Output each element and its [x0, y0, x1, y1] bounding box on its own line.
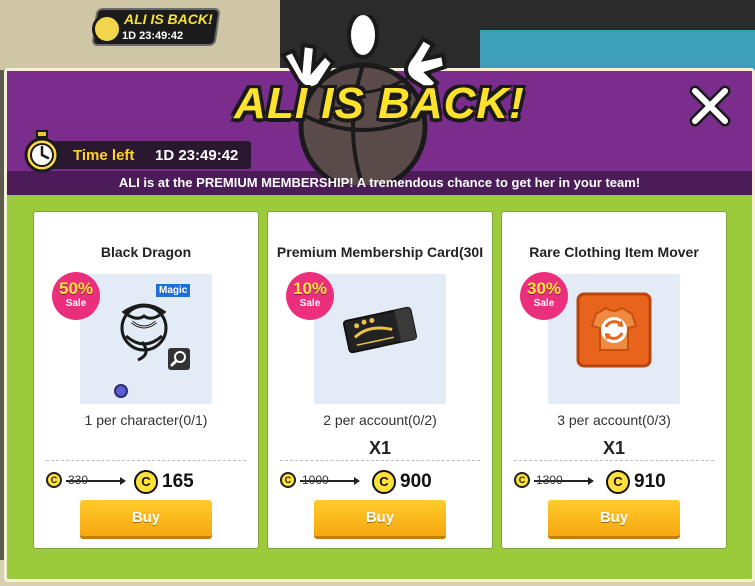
coin-icon: C — [606, 470, 630, 494]
time-left-panel: Time left 1D 23:49:42 — [21, 127, 251, 173]
magnifier-icon[interactable] — [168, 348, 190, 370]
item-name: Black Dragon — [100, 244, 192, 260]
background-banner — [480, 30, 755, 70]
background-badge-time: 1D 23:49:42 — [122, 30, 184, 42]
time-left-label: Time left — [73, 147, 135, 164]
sale-badge: 50% Sale — [52, 272, 100, 320]
shop-card-black-dragon: Black Dragon Magic 50% Sale 1 per charac… — [33, 211, 259, 549]
original-price-value: 1000 — [302, 473, 329, 487]
shop-card-clothing-mover: Rare Clothing Item Mover X1 30% Sale 3 p… — [501, 211, 727, 549]
sale-label: Sale — [533, 298, 555, 309]
sale-label: Sale — [299, 298, 321, 309]
sale-label: Sale — [65, 298, 87, 309]
buy-button[interactable]: Buy — [80, 500, 212, 536]
shop-card-premium-membership: Premium Membership Card(30I X1 10% Sale … — [267, 211, 493, 549]
background-badge-title: ALI IS BACK! — [124, 11, 213, 27]
item-name: Rare Clothing Item Mover — [529, 244, 699, 260]
close-button[interactable] — [687, 83, 733, 129]
popup-title: ALI IS BACK! — [234, 79, 525, 128]
sale-percent: 30% — [526, 279, 562, 298]
popup-header: ALI IS BACK! Time left 1D 23:49:42 ALI i… — [7, 15, 752, 195]
sale-price-value: 910 — [634, 471, 666, 492]
stopwatch-icon — [92, 14, 122, 44]
premium-ticket-icon — [342, 306, 418, 354]
event-popup: ALI IS BACK! Time left 1D 23:49:42 ALI i… — [4, 15, 755, 582]
coin-icon: C — [280, 472, 296, 488]
clothing-swap-icon — [576, 292, 652, 368]
event-description: ALI is at the PREMIUM MEMBERSHIP! A trem… — [118, 175, 641, 190]
buy-button[interactable]: Buy — [548, 500, 680, 536]
original-price: C 330 — [46, 470, 130, 490]
sale-price-value: 165 — [162, 471, 194, 492]
original-price-value: 330 — [68, 473, 89, 487]
socket-gem-icon — [114, 384, 128, 398]
item-quantity: X1 — [602, 438, 626, 458]
purchase-limit: 1 per character(0/1) — [84, 412, 208, 428]
buy-button[interactable]: Buy — [314, 500, 446, 536]
sale-badge: 30% Sale — [520, 272, 568, 320]
stopwatch-icon — [24, 130, 60, 173]
sale-percent: 10% — [292, 279, 328, 298]
original-price: C 1300 — [514, 470, 598, 490]
original-price: C 1000 — [280, 470, 364, 490]
coin-icon: C — [372, 470, 396, 494]
purchase-limit: 2 per account(0/2) — [323, 412, 437, 428]
price-divider — [514, 460, 714, 461]
purchase-limit: 3 per account(0/3) — [557, 412, 671, 428]
original-price-value: 1300 — [536, 473, 563, 487]
coin-icon: C — [46, 472, 62, 488]
time-left-value: 1D 23:49:42 — [155, 147, 239, 164]
price-divider — [280, 460, 480, 461]
sale-price-value: 900 — [400, 471, 432, 492]
magic-tag: Magic — [156, 284, 191, 297]
item-name: Premium Membership Card(30I — [276, 244, 484, 260]
coin-icon: C — [514, 472, 530, 488]
dragon-emblem-icon — [120, 303, 168, 362]
coin-icon: C — [134, 470, 158, 494]
price-divider — [46, 460, 246, 461]
sale-percent: 50% — [58, 279, 94, 298]
sale-badge: 10% Sale — [286, 272, 334, 320]
item-quantity: X1 — [368, 438, 392, 458]
